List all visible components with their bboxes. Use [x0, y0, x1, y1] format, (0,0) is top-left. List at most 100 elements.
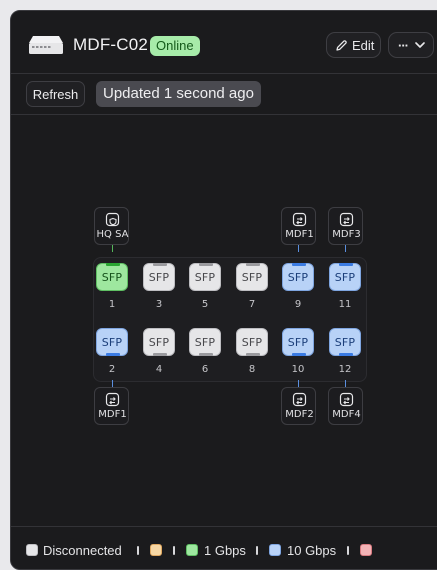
legend-disconnected: Disconnected	[43, 543, 122, 558]
port-7[interactable]: SFP	[236, 263, 268, 291]
chevron-down-icon	[415, 42, 425, 48]
pencil-icon	[336, 40, 347, 51]
port-latch	[246, 263, 260, 266]
neighbor-label: MDF2	[285, 409, 314, 420]
port-number: 10	[291, 364, 305, 375]
more-dots: ···	[398, 38, 409, 53]
toolbar: Refresh Updated 1 second ago	[11, 73, 437, 115]
legend-swatch-10gbps	[269, 544, 281, 556]
status-badge: Online	[150, 36, 200, 56]
port-label: SFP	[194, 271, 216, 284]
port-number: 2	[108, 364, 116, 375]
port-label: SFP	[334, 271, 356, 284]
legend-separator	[137, 546, 139, 555]
port-connector	[345, 245, 346, 252]
port-number: 7	[248, 299, 256, 310]
port-latch	[199, 263, 213, 266]
port-number: 8	[248, 364, 256, 375]
port-8[interactable]: SFP	[236, 328, 268, 356]
neighbor-mdf3[interactable]: MDF3	[328, 207, 363, 245]
legend-swatch-1gbps	[186, 544, 198, 556]
port-connector	[112, 245, 113, 252]
port-number: 5	[201, 299, 209, 310]
legend-10gbps: 10 Gbps	[287, 543, 337, 558]
neighbor-label: MDF1	[285, 229, 314, 240]
port-number: 3	[155, 299, 163, 310]
port-12[interactable]: SFP	[329, 328, 361, 356]
port-latch	[106, 353, 120, 356]
neighbor-mdf1-bottom[interactable]: MDF1	[94, 387, 129, 425]
port-5[interactable]: SFP	[189, 263, 221, 291]
legend-separator	[256, 546, 258, 555]
port-number: 11	[338, 299, 352, 310]
legend-swatch-disconnected	[26, 544, 38, 556]
legend-swatch-orange	[150, 544, 162, 556]
port-latch	[339, 353, 353, 356]
port-10[interactable]: SFP	[282, 328, 314, 356]
switch-swap-icon	[292, 392, 307, 407]
legend-bar: Disconnected 1 Gbps 10 Gbps	[11, 526, 437, 569]
port-latch	[292, 353, 306, 356]
switch-device-icon	[29, 36, 63, 54]
port-2[interactable]: SFP	[96, 328, 128, 356]
edit-label: Edit	[352, 38, 375, 53]
edit-button[interactable]: Edit	[326, 32, 381, 58]
port-9[interactable]: SFP	[282, 263, 314, 291]
port-label: SFP	[101, 336, 123, 349]
port-label: SFP	[241, 271, 263, 284]
port-label: SFP	[194, 336, 216, 349]
port-label: SFP	[148, 271, 170, 284]
port-label: SFP	[241, 336, 263, 349]
port-label: SFP	[334, 336, 356, 349]
port-label: SFP	[101, 271, 123, 284]
port-latch	[339, 263, 353, 266]
port-number: 6	[201, 364, 209, 375]
legend-separator	[347, 546, 349, 555]
neighbor-label: HQ SA	[96, 229, 129, 240]
last-updated-badge: Updated 1 second ago	[96, 81, 261, 107]
port-label: SFP	[287, 271, 309, 284]
neighbor-hq-sa[interactable]: HQ SA	[94, 207, 129, 245]
port-latch	[246, 353, 260, 356]
refresh-button[interactable]: Refresh	[26, 81, 85, 107]
port-number: 1	[108, 299, 116, 310]
port-connector	[112, 380, 113, 387]
legend-separator	[173, 546, 175, 555]
neighbor-mdf4[interactable]: MDF4	[328, 387, 363, 425]
neighbor-mdf2[interactable]: MDF2	[281, 387, 316, 425]
port-latch	[106, 263, 120, 266]
neighbor-label: MDF1	[98, 409, 127, 420]
port-number: 12	[338, 364, 352, 375]
neighbor-label: MDF4	[332, 409, 361, 420]
port-number: 9	[294, 299, 302, 310]
switch-swap-icon	[292, 212, 307, 227]
port-6[interactable]: SFP	[189, 328, 221, 356]
neighbor-mdf1-top[interactable]: MDF1	[281, 207, 316, 245]
switch-swap-icon	[105, 392, 120, 407]
neighbor-label: MDF3	[332, 229, 361, 240]
switch-swap-icon	[339, 212, 354, 227]
shield-device-icon	[105, 212, 120, 227]
legend-1gbps: 1 Gbps	[204, 543, 246, 558]
switch-swap-icon	[339, 392, 354, 407]
port-1[interactable]: SFP	[96, 263, 128, 291]
port-4[interactable]: SFP	[143, 328, 175, 356]
port-connector	[345, 380, 346, 387]
switch-ports-panel: MDF-C02 Online Edit ··· Refresh Updated …	[10, 10, 437, 570]
legend-swatch-red	[360, 544, 372, 556]
port-number: 4	[155, 364, 163, 375]
port-latch	[292, 263, 306, 266]
port-label: SFP	[287, 336, 309, 349]
port-label: SFP	[148, 336, 170, 349]
port-grid	[93, 257, 367, 382]
device-name: MDF-C02	[73, 35, 149, 54]
more-actions-button[interactable]: ···	[388, 32, 434, 58]
port-latch	[153, 353, 167, 356]
port-latch	[199, 353, 213, 356]
port-connector	[298, 380, 299, 387]
panel-header: MDF-C02 Online Edit ···	[11, 11, 437, 74]
port-latch	[153, 263, 167, 266]
port-connector	[298, 245, 299, 252]
port-11[interactable]: SFP	[329, 263, 361, 291]
port-3[interactable]: SFP	[143, 263, 175, 291]
